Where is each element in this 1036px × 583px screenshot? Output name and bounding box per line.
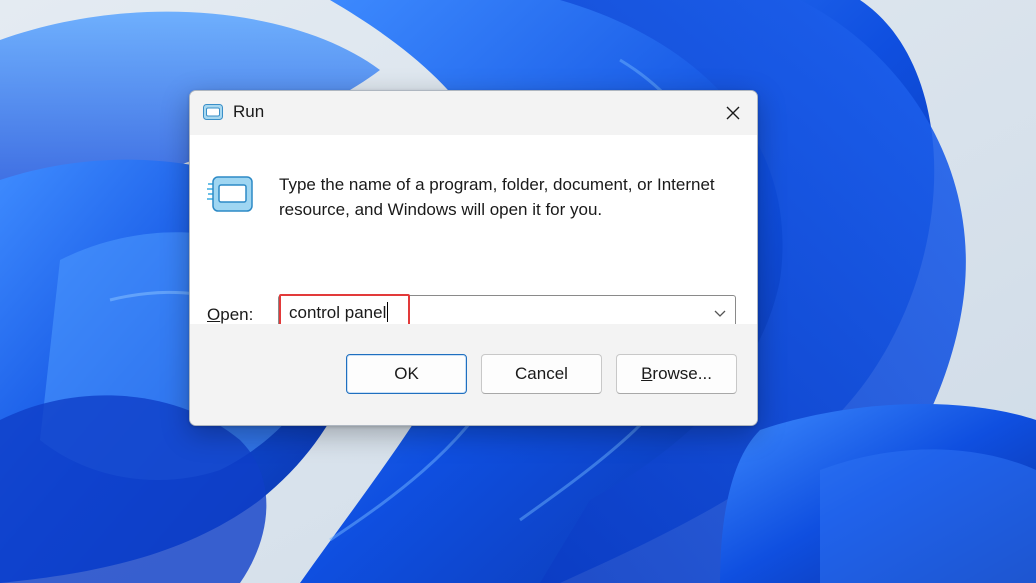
open-input[interactable]: control panel <box>289 302 389 323</box>
browse-rest: rowse... <box>652 364 712 383</box>
open-label-accel: O <box>207 305 221 324</box>
run-icon <box>203 104 223 120</box>
close-icon <box>726 106 740 120</box>
chevron-down-icon[interactable] <box>711 304 729 322</box>
browse-accel: B <box>641 364 653 383</box>
open-label: Open: <box>207 305 253 325</box>
cancel-button[interactable]: Cancel <box>481 354 602 394</box>
open-label-rest: pen: <box>220 305 254 324</box>
title-bar[interactable]: Run <box>190 91 757 135</box>
close-button[interactable] <box>709 91 757 135</box>
dialog-title: Run <box>233 102 265 121</box>
dialog-footer: OK Cancel Browse... <box>190 324 757 425</box>
run-icon <box>207 176 253 212</box>
browse-button[interactable]: Browse... <box>616 354 737 394</box>
dialog-content: Type the name of a program, folder, docu… <box>190 135 757 330</box>
dialog-description: Type the name of a program, folder, docu… <box>279 175 715 219</box>
ok-button[interactable]: OK <box>346 354 467 394</box>
open-input-value: control panel <box>289 303 387 322</box>
run-dialog: Run Type the name of a program, folder, … <box>189 90 758 426</box>
text-caret <box>387 302 389 322</box>
